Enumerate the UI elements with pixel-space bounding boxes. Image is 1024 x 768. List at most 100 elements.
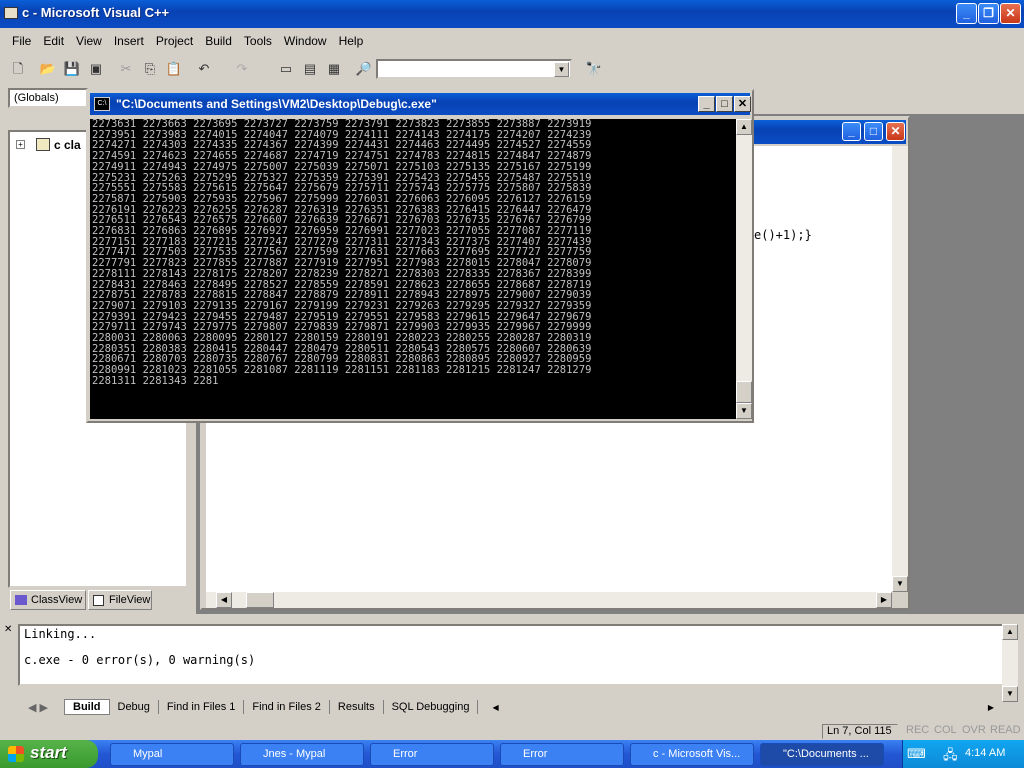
system-tray: ⌨ 🖧 4:14 AM	[902, 740, 1024, 768]
scroll-left-icon[interactable]: ◀	[478, 703, 498, 712]
window-list-icon[interactable]: ▦	[324, 59, 344, 79]
windows-logo-icon	[8, 746, 24, 762]
taskbar-item-error-1[interactable]: Error	[370, 743, 494, 766]
standard-toolbar: 🗋 📂 💾 ▣ ✂ ⎘ 📋 ↶ ↷ ▭ ▤ ▦ 🔎 ▼ 🔭	[0, 54, 1024, 84]
menu-project[interactable]: Project	[150, 30, 199, 52]
undo-icon[interactable]: ↶	[194, 59, 214, 79]
tab-find-in-files-2[interactable]: Find in Files 2	[244, 700, 330, 714]
scope-combo-value: (Globals)	[14, 92, 59, 104]
indicator-ovr: OVR	[962, 724, 986, 736]
output-text[interactable]: Linking... c.exe - 0 error(s), 0 warning…	[18, 624, 1004, 686]
tab-fileview[interactable]: FileView	[88, 590, 152, 610]
taskbar-item-label: Error	[393, 748, 418, 760]
scroll-right-icon[interactable]: ▶	[988, 703, 1002, 712]
tab-classview[interactable]: ClassView	[10, 590, 86, 610]
taskbar: start Mypal Jnes - Mypal Error Error c -…	[0, 740, 1024, 768]
class-folder-icon	[36, 138, 50, 151]
tab-results[interactable]: Results	[330, 700, 384, 714]
editor-close-button[interactable]: ✕	[886, 122, 905, 141]
output-line: c.exe - 0 error(s), 0 warning(s)	[24, 653, 256, 667]
menu-help[interactable]: Help	[333, 30, 370, 52]
tab-fileview-label: FileView	[109, 594, 151, 606]
console-line: 2278111 2278143 2278175 2278207 2278239 …	[92, 267, 592, 280]
expand-icon[interactable]: +	[16, 140, 25, 149]
console-close-button[interactable]: ✕	[734, 96, 751, 112]
scroll-up-icon[interactable]: ▲	[1002, 624, 1018, 640]
tab-sql-debugging[interactable]: SQL Debugging	[384, 700, 479, 714]
scroll-up-icon[interactable]: ▲	[736, 119, 752, 135]
scroll-down-icon[interactable]: ▼	[736, 403, 752, 419]
copy-icon[interactable]: ⎘	[140, 59, 160, 79]
scroll-down-icon[interactable]: ▼	[892, 576, 908, 592]
indicator-rec: REC	[906, 724, 930, 736]
editor-minimize-button[interactable]: _	[842, 122, 861, 141]
console-line: 2274911 2274943 2274975 2275007 2275039 …	[92, 160, 592, 173]
tab-build[interactable]: Build	[64, 699, 110, 715]
save-icon[interactable]: 💾	[62, 59, 82, 79]
menu-tools[interactable]: Tools	[238, 30, 278, 52]
scroll-right-icon[interactable]: ▶	[876, 592, 892, 608]
paste-icon[interactable]: 📋	[164, 59, 184, 79]
indicator-read: READ	[990, 724, 1021, 736]
console-scroll-thumb[interactable]	[736, 381, 752, 403]
restore-button[interactable]: ❐	[978, 3, 999, 24]
taskbar-item-console[interactable]: "C:\Documents ...	[760, 743, 884, 766]
keyboard-icon[interactable]: ⌨	[907, 746, 926, 762]
editor-vertical-scrollbar[interactable]: ▼	[892, 146, 908, 592]
menu-insert[interactable]: Insert	[108, 30, 150, 52]
scroll-left-icon[interactable]: ◀	[216, 592, 232, 608]
console-vertical-scrollbar[interactable]: ▲ ▼	[736, 119, 752, 419]
taskbar-item-label: c - Microsoft Vis...	[653, 748, 741, 760]
editor-horizontal-scrollbar[interactable]: ◀ ▶	[206, 592, 892, 608]
menu-view[interactable]: View	[70, 30, 108, 52]
console-line: 2281311 2281343 2281	[92, 374, 219, 387]
new-text-file-icon[interactable]: 🗋	[8, 59, 28, 79]
taskbar-item-mypal[interactable]: Mypal	[110, 743, 234, 766]
chevron-down-icon[interactable]: ▼	[554, 62, 569, 77]
scroll-down-icon[interactable]: ▼	[1002, 686, 1018, 702]
close-button[interactable]: ✕	[1000, 3, 1021, 24]
minimize-button[interactable]: _	[956, 3, 977, 24]
taskbar-item-visual-cpp[interactable]: c - Microsoft Vis...	[630, 743, 754, 766]
console-minimize-button[interactable]: _	[698, 96, 715, 112]
output-vertical-scrollbar[interactable]: ▲ ▼	[1002, 624, 1018, 702]
menu-edit[interactable]: Edit	[37, 30, 70, 52]
tab-debug[interactable]: Debug	[110, 700, 159, 714]
open-icon[interactable]: 📂	[38, 59, 58, 79]
network-icon[interactable]: 🖧	[943, 746, 958, 768]
output-line: Linking...	[24, 627, 97, 641]
window-title: c - Microsoft Visual C++	[22, 5, 170, 20]
taskbar-item-error-2[interactable]: Error	[500, 743, 624, 766]
taskbar-item-label: Mypal	[133, 748, 163, 760]
horizontal-scroll-thumb[interactable]	[246, 592, 274, 608]
editor-maximize-button[interactable]: □	[864, 122, 883, 141]
save-all-icon[interactable]: ▣	[86, 59, 106, 79]
workspace-icon[interactable]: ▭	[276, 59, 296, 79]
output-window-icon[interactable]: ▤	[300, 59, 320, 79]
main-title-bar: c - Microsoft Visual C++ _ ❐ ✕	[0, 0, 1024, 28]
console-title: "C:\Documents and Settings\VM2\Desktop\D…	[116, 97, 437, 111]
start-button[interactable]: start	[0, 740, 98, 768]
tab-find-in-files-1[interactable]: Find in Files 1	[159, 700, 245, 714]
classview-icon	[15, 595, 27, 605]
console-maximize-button[interactable]: □	[716, 96, 733, 112]
taskbar-item-label: "C:\Documents ...	[783, 748, 869, 760]
tab-scroll-arrows[interactable]: ◀ ▶	[20, 701, 64, 714]
console-output[interactable]: 2273631 2273663 2273695 2273727 2273759 …	[90, 119, 736, 419]
clock[interactable]: 4:14 AM	[965, 747, 1005, 759]
find-binoculars-icon[interactable]: 🔭	[584, 59, 604, 79]
pane-close-icon[interactable]: ✕	[4, 624, 16, 636]
menu-file[interactable]: File	[6, 30, 37, 52]
scope-combo[interactable]: (Globals)	[8, 88, 88, 108]
redo-icon[interactable]: ↷	[232, 59, 252, 79]
cut-icon[interactable]: ✂	[116, 59, 136, 79]
menu-build[interactable]: Build	[199, 30, 238, 52]
taskbar-item-jnes[interactable]: Jnes - Mypal	[240, 743, 364, 766]
find-combo[interactable]: ▼	[376, 59, 572, 79]
taskbar-item-label: Jnes - Mypal	[263, 748, 326, 760]
fileview-icon	[93, 595, 104, 606]
cursor-position: Ln 7, Col 115	[822, 724, 898, 739]
find-in-files-icon[interactable]: 🔎	[354, 59, 374, 79]
menu-window[interactable]: Window	[278, 30, 333, 52]
tree-item-classes[interactable]: c cla	[54, 138, 81, 152]
